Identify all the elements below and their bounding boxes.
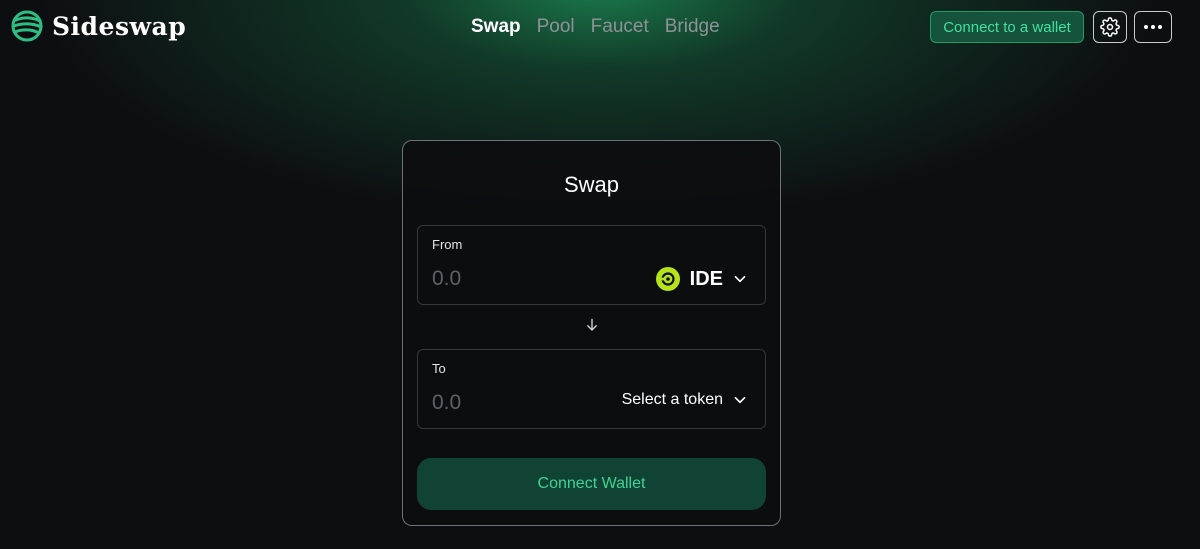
top-bar: Sideswap Swap Pool Faucet Bridge Connect… (0, 0, 1200, 56)
from-token-symbol: IDE (689, 267, 723, 290)
more-options-button[interactable] (1134, 11, 1172, 43)
from-amount-input[interactable]: 0.0 (432, 267, 461, 291)
settings-button[interactable] (1093, 11, 1127, 43)
from-token-selector[interactable]: IDE (655, 267, 747, 291)
select-token-label: Select a token (621, 391, 723, 408)
ide-token-icon (655, 267, 680, 291)
gear-icon (1100, 17, 1120, 37)
from-label: From (432, 237, 463, 252)
nav-bridge[interactable]: Bridge (665, 16, 720, 38)
main-nav: Swap Pool Faucet Bridge (471, 16, 720, 38)
swap-title: Swap (563, 172, 620, 197)
globe-logo-icon (11, 10, 43, 42)
from-panel: From 0.0 IDE (417, 225, 766, 305)
to-label: To (432, 361, 446, 376)
brand-logo[interactable]: Sideswap (10, 9, 186, 43)
chevron-down-icon (734, 275, 746, 283)
nav-swap[interactable]: Swap (471, 16, 521, 38)
to-amount-input[interactable]: 0.0 (432, 391, 461, 415)
brand-name: Sideswap (52, 11, 187, 41)
to-panel: To 0.0 Select a token (417, 349, 766, 429)
connect-wallet-header-button[interactable]: Connect to a wallet (930, 11, 1084, 43)
connect-wallet-button[interactable]: Connect Wallet (417, 458, 766, 510)
nav-faucet[interactable]: Faucet (591, 16, 649, 38)
arrow-down-icon[interactable] (585, 318, 599, 332)
more-dots-icon (1144, 25, 1162, 29)
chevron-down-icon (734, 396, 746, 404)
swap-card: Swap From 0.0 IDE To 0.0 Select a token (402, 140, 781, 526)
to-token-selector[interactable]: Select a token (622, 391, 747, 409)
nav-pool[interactable]: Pool (537, 16, 575, 38)
